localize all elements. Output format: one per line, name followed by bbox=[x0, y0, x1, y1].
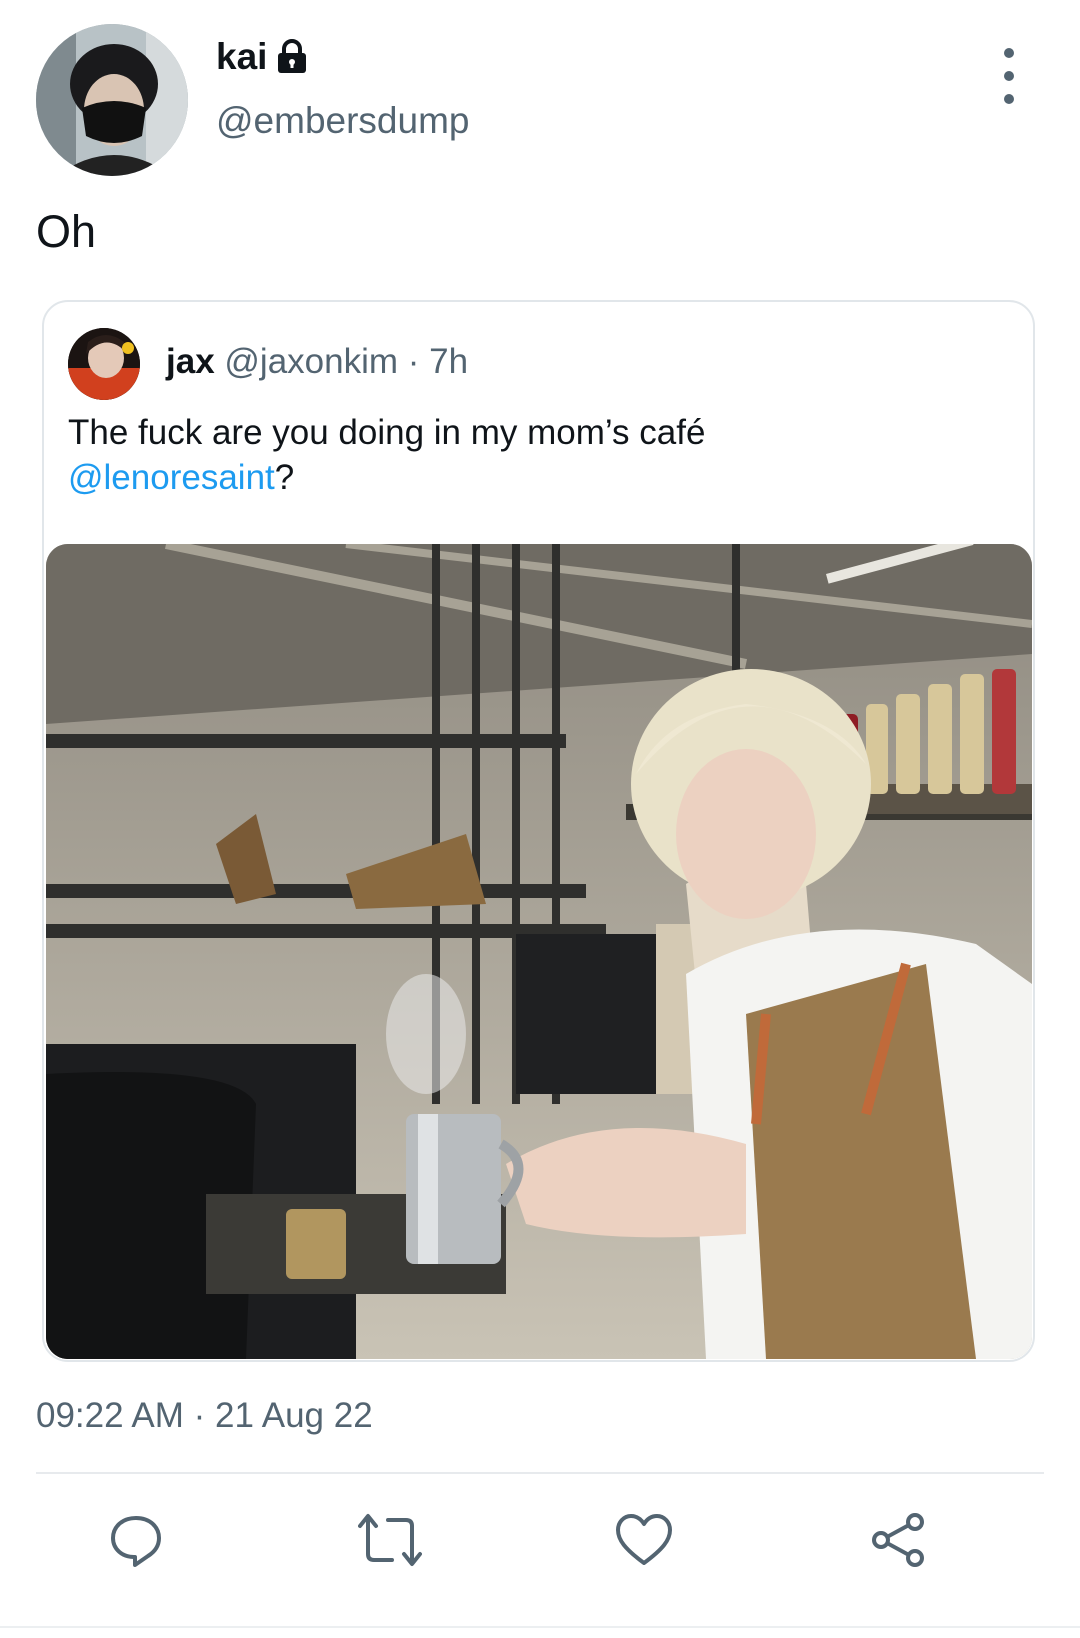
like-icon bbox=[616, 1514, 672, 1565]
author-display-name[interactable]: kai bbox=[216, 36, 267, 78]
quoted-tweet-photo[interactable] bbox=[46, 544, 1032, 1359]
quoted-author-avatar[interactable] bbox=[68, 328, 140, 400]
tweet-actions bbox=[0, 1500, 1080, 1590]
quoted-handle[interactable]: @jaxonkim bbox=[224, 342, 398, 381]
author-display-name-row[interactable]: kai bbox=[216, 36, 309, 78]
author-avatar-image bbox=[36, 24, 188, 176]
quoted-avatar-image bbox=[68, 328, 140, 400]
quoted-display-name[interactable]: jax bbox=[166, 342, 215, 381]
quoted-tweet-age[interactable]: 7h bbox=[429, 342, 468, 381]
retweet-icon bbox=[358, 1514, 422, 1566]
author-avatar[interactable] bbox=[36, 24, 188, 176]
cafe-photo-illustration bbox=[46, 544, 1032, 1359]
timestamp-separator: · bbox=[193, 1396, 206, 1435]
retweet-button[interactable] bbox=[350, 1500, 430, 1580]
like-button[interactable] bbox=[604, 1500, 684, 1580]
share-button[interactable] bbox=[858, 1500, 938, 1580]
reply-icon bbox=[111, 1516, 161, 1567]
quoted-tweet-text: The fuck are you doing in my mom’s café … bbox=[68, 410, 1008, 500]
quoted-tweet-header: jax @jaxonkim · 7h bbox=[166, 342, 468, 382]
author-handle[interactable]: @embersdump bbox=[216, 100, 470, 142]
header-separator: · bbox=[407, 342, 420, 381]
quoted-tweet-card[interactable]: jax @jaxonkim · 7h The fuck are you doin… bbox=[42, 300, 1035, 1362]
tweet-date: 21 Aug 22 bbox=[215, 1396, 373, 1435]
tweet-timestamp[interactable]: 09:22 AM · 21 Aug 22 bbox=[36, 1396, 373, 1436]
share-icon bbox=[872, 1513, 924, 1567]
reply-button[interactable] bbox=[96, 1500, 176, 1580]
quoted-text-punctuation: ? bbox=[274, 458, 295, 497]
bottom-divider bbox=[0, 1626, 1080, 1628]
tweet-time: 09:22 AM bbox=[36, 1396, 184, 1435]
quoted-text-body: The fuck are you doing in my mom’s café bbox=[68, 413, 706, 452]
lock-icon bbox=[275, 39, 309, 75]
tweet-text: Oh bbox=[36, 206, 97, 257]
more-options-icon[interactable] bbox=[994, 48, 1024, 104]
mention-link[interactable]: @lenoresaint bbox=[68, 458, 275, 497]
divider bbox=[36, 1472, 1044, 1474]
